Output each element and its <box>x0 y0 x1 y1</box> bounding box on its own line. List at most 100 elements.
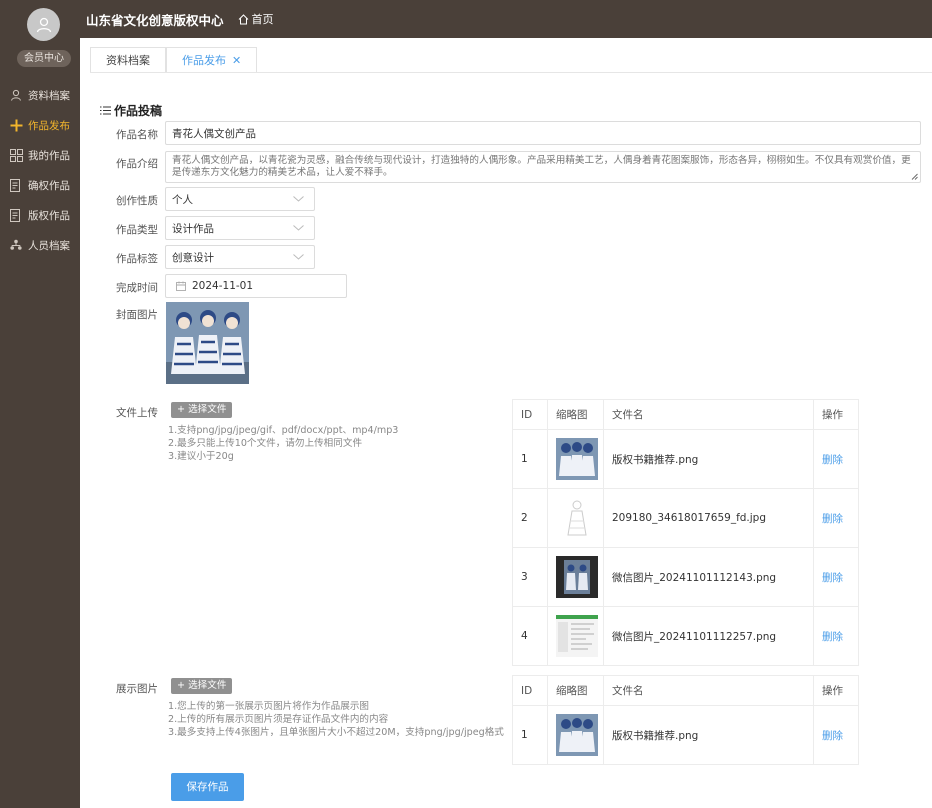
delete-button[interactable]: 删除 <box>822 730 843 742</box>
sidebar-item-label: 确权作品 <box>28 179 70 192</box>
list-icon <box>100 106 111 115</box>
uploaded-files-table: ID 缩略图 文件名 操作 1 版权书籍推荐.png 删除 2 209180_3… <box>512 399 859 666</box>
table-row: 4 微信图片_20241101112257.png 删除 <box>512 606 859 666</box>
display-hint-1: 1.您上传的第一张展示页图片将作为作品展示图 <box>168 701 370 712</box>
delete-button[interactable]: 删除 <box>822 631 843 643</box>
column-header-thumbnail: 缩略图 <box>547 399 604 430</box>
display-hint-2: 2.上传的所有展示页图片须是存证作品文件内的内容 <box>168 714 389 725</box>
sidebar-item-copyright-works[interactable]: 版权作品 <box>0 200 80 230</box>
delete-button[interactable]: 删除 <box>822 572 843 584</box>
row-thumbnail <box>547 705 604 765</box>
creation-nature-label: 创作性质 <box>116 195 158 207</box>
display-hints: 1.您上传的第一张展示页图片将作为作品展示图 2.上传的所有展示页图片须是存证作… <box>168 700 513 739</box>
tab-publish[interactable]: 作品发布 ✕ <box>166 47 258 73</box>
row-filename: 版权书籍推荐.png <box>603 429 814 489</box>
table-row: 1 版权书籍推荐.png 删除 <box>512 429 859 489</box>
sidebar-item-personnel[interactable]: 人员档案 <box>0 230 80 260</box>
upload-hint-2: 2.最多只能上传10个文件，请勿上传相同文件 <box>168 438 363 449</box>
work-name-value: 青花人偶文创产品 <box>172 127 256 140</box>
work-tag-value: 创意设计 <box>172 251 214 264</box>
delete-button[interactable]: 删除 <box>822 454 843 466</box>
section-title: 作品投稿 <box>100 102 162 119</box>
row-thumbnail <box>547 547 604 607</box>
row-id: 1 <box>512 705 548 765</box>
user-icon <box>9 88 23 102</box>
sidebar-item-profile[interactable]: 资料档案 <box>0 80 80 110</box>
thumbnail-image[interactable] <box>556 714 598 756</box>
sidebar-item-label: 我的作品 <box>28 149 70 162</box>
display-image-label: 展示图片 <box>116 683 158 695</box>
column-header-filename: 文件名 <box>603 675 814 706</box>
tab-profile[interactable]: 资料档案 <box>90 47 166 73</box>
display-hint-3: 3.最多支持上传4张图片，且单张图片大小不超过20M，支持png/jpg/jpe… <box>168 727 504 738</box>
cover-image[interactable] <box>166 302 249 384</box>
work-name-input[interactable]: 青花人偶文创产品 <box>165 121 921 145</box>
upload-hints: 1.支持png/jpg/jpeg/gif、pdf/docx/ppt、mp4/mp… <box>168 424 498 463</box>
sidebar-nav: 资料档案 作品发布 我的作品 确权作品 版权作品 人员档案 <box>0 80 80 260</box>
home-link[interactable]: 首页 <box>238 11 274 27</box>
completion-date-input[interactable]: 2024-11-01 <box>165 274 347 298</box>
table-row: 3 微信图片_20241101112143.png 删除 <box>512 547 859 607</box>
tab-bar: 资料档案 作品发布 ✕ <box>90 47 258 73</box>
row-id: 2 <box>512 488 548 548</box>
column-header-action: 操作 <box>813 399 859 430</box>
row-thumbnail <box>547 606 604 666</box>
row-action: 删除 <box>813 547 859 607</box>
work-tag-label: 作品标签 <box>116 253 158 265</box>
table-row: 2 209180_34618017659_fd.jpg 删除 <box>512 488 859 548</box>
work-name-label: 作品名称 <box>116 129 158 141</box>
row-filename: 微信图片_20241101112143.png <box>603 547 814 607</box>
row-filename: 微信图片_20241101112257.png <box>603 606 814 666</box>
home-link-label: 首页 <box>251 13 274 26</box>
close-icon[interactable]: ✕ <box>232 54 241 67</box>
display-images-table: ID 缩略图 文件名 操作 1 版权书籍推荐.png 删除 <box>512 675 859 765</box>
work-intro-value: 青花人偶文创产品，以青花瓷为灵感，融合传统与现代设计，打造独特的人偶形象。产品采… <box>172 155 911 178</box>
creation-nature-select[interactable]: 个人 <box>165 187 315 211</box>
calendar-icon <box>176 281 186 291</box>
column-header-id: ID <box>512 675 548 706</box>
work-tag-select[interactable]: 创意设计 <box>165 245 315 269</box>
sidebar-item-label: 资料档案 <box>28 89 70 102</box>
thumbnail-image[interactable] <box>556 438 598 480</box>
row-filename: 209180_34618017659_fd.jpg <box>603 488 814 548</box>
file-upload-label: 文件上传 <box>116 407 158 419</box>
creation-nature-value: 个人 <box>172 193 193 206</box>
save-work-button[interactable]: 保存作品 <box>171 773 244 801</box>
plus-icon <box>9 118 23 132</box>
row-action: 删除 <box>813 705 859 765</box>
table-header-row: ID 缩略图 文件名 操作 <box>512 675 859 706</box>
tab-label: 资料档案 <box>106 54 150 67</box>
sidebar-item-confirmed-works[interactable]: 确权作品 <box>0 170 80 200</box>
row-action: 删除 <box>813 606 859 666</box>
document-icon <box>9 208 23 222</box>
row-id: 4 <box>512 606 548 666</box>
table-row: 1 版权书籍推荐.png 删除 <box>512 705 859 765</box>
choose-file-button[interactable]: + 选择文件 <box>171 402 233 418</box>
thumbnail-image[interactable] <box>556 615 598 657</box>
row-action: 删除 <box>813 429 859 489</box>
sidebar: 会员中心 资料档案 作品发布 我的作品 确权作品 版权作品 人员档案 <box>0 0 80 808</box>
thumbnail-image[interactable] <box>556 497 598 539</box>
column-header-filename: 文件名 <box>603 399 814 430</box>
section-title-text: 作品投稿 <box>114 104 163 118</box>
sidebar-item-publish[interactable]: 作品发布 <box>0 110 80 140</box>
user-avatar-icon <box>36 17 51 32</box>
work-type-select[interactable]: 设计作品 <box>165 216 315 240</box>
delete-button[interactable]: 删除 <box>822 513 843 525</box>
member-center-badge[interactable]: 会员中心 <box>17 50 71 67</box>
home-icon <box>238 13 248 24</box>
avatar[interactable] <box>27 8 60 41</box>
upload-hint-1: 1.支持png/jpg/jpeg/gif、pdf/docx/ppt、mp4/mp… <box>168 425 399 436</box>
choose-display-file-button[interactable]: + 选择文件 <box>171 678 233 694</box>
org-icon <box>9 238 23 252</box>
thumbnail-image[interactable] <box>556 556 598 598</box>
document-icon <box>9 178 23 192</box>
sidebar-item-my-works[interactable]: 我的作品 <box>0 140 80 170</box>
work-intro-textarea[interactable]: 青花人偶文创产品，以青花瓷为灵感，融合传统与现代设计，打造独特的人偶形象。产品采… <box>165 151 921 183</box>
sidebar-item-label: 人员档案 <box>28 239 70 252</box>
tab-label: 作品发布 <box>182 54 226 67</box>
chevron-down-icon <box>293 254 304 260</box>
resize-grip-icon[interactable] <box>911 173 918 180</box>
top-bar: 山东省文化创意版权中心 首页 <box>80 0 932 38</box>
sidebar-item-label: 作品发布 <box>28 119 70 132</box>
